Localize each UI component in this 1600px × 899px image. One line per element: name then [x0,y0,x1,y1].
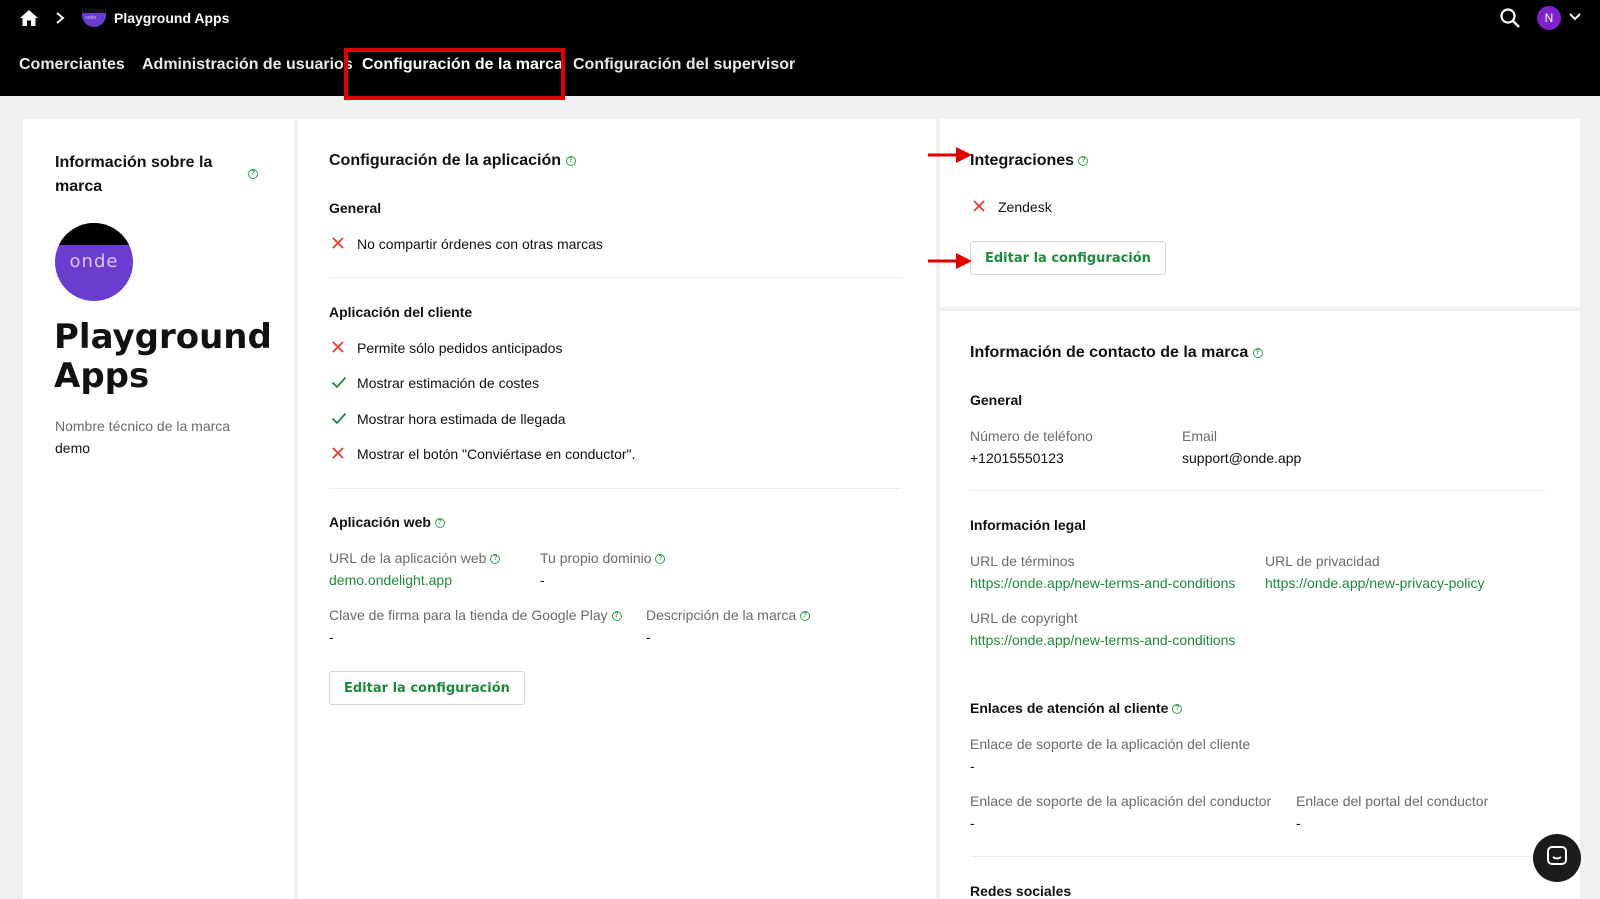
domain-label-text: Tu propio dominio [540,550,652,566]
tech-name-label: Nombre técnico de la marca [55,418,231,434]
help-icon[interactable]: ? [565,155,576,166]
web-url-label: URL de la aplicación web ? [329,550,501,566]
brand-desc-label: Descripción de la marca ? [646,607,811,623]
client-app-heading: Aplicación del cliente [329,304,473,320]
brand-name: Playground Apps [54,317,272,396]
check-icon [331,411,347,427]
web-app-heading-text: Aplicación web [329,514,431,530]
client-support-value: - [970,758,975,774]
social-heading: Redes sociales [970,883,1072,899]
list-item: Permite sólo pedidos anticipados [357,340,563,356]
client-support-label: Enlace de soporte de la aplicación del c… [970,736,1251,752]
cross-icon [331,236,347,252]
driver-portal-value: - [1296,815,1301,831]
tech-name-value: demo [55,440,91,456]
help-icon[interactable]: ? [434,518,445,529]
search-icon[interactable] [1499,7,1521,29]
active-tab-highlight [344,48,565,100]
brand-logo: onde [55,223,133,301]
privacy-link[interactable]: https://onde.app/new-privacy-policy [1265,575,1484,591]
integrations-panel: Integraciones ? Zendesk Editar la config… [940,119,1580,307]
copyright-link[interactable]: https://onde.app/new-terms-and-condition… [970,632,1235,648]
chat-icon [1545,844,1569,873]
google-key-label-text: Clave de firma para la tienda de Google … [329,607,608,623]
annotation-arrow-icon [928,145,972,165]
app-config-panel: Configuración de la aplicación ? General… [298,119,936,899]
driver-support-label: Enlace de soporte de la aplicación del c… [970,793,1272,809]
cross-icon [972,199,988,215]
app-config-title-text: Configuración de la aplicación [329,152,562,169]
help-icon[interactable]: ? [611,611,622,622]
terms-label: URL de términos [970,553,1075,569]
support-heading-text: Enlaces de atención al cliente [970,700,1169,716]
phone-value: +12015550123 [970,450,1064,466]
cross-icon [331,340,347,356]
contact-title: Información de contacto de la marca ? [970,344,1263,362]
home-icon[interactable] [18,7,40,29]
list-item: No compartir órdenes con otras marcas [357,236,603,252]
chat-launcher-button[interactable] [1533,834,1581,882]
help-icon[interactable]: ? [655,554,666,565]
brand-logo-small: onde [82,9,106,27]
chevron-down-icon[interactable] [1568,10,1582,24]
help-icon[interactable]: ? [800,611,811,622]
web-url-label-text: URL de la aplicación web [329,550,487,566]
help-icon[interactable]: ? [1252,347,1263,358]
domain-value: - [540,572,545,588]
list-item: Mostrar hora estimada de llegada [357,411,566,427]
tab-supervisor-config[interactable]: Configuración del supervisor [573,56,795,74]
domain-label: Tu propio dominio ? [540,550,666,566]
integrations-title-text: Integraciones [970,152,1075,169]
edit-app-config-button[interactable]: Editar la configuración [329,671,525,705]
legal-heading: Información legal [970,517,1086,533]
contact-general-heading: General [970,392,1023,408]
help-icon[interactable]: ? [1172,704,1183,715]
avatar[interactable]: N [1537,6,1561,30]
phone-label: Número de teléfono [970,428,1093,444]
annotation-arrow-icon [928,251,972,271]
brand-info-panel: Información sobre la marca ? onde Playgr… [23,119,294,899]
list-item: Mostrar estimación de costes [357,375,540,391]
chevron-right-icon [50,11,70,25]
brand-logo-text: onde [69,251,119,272]
contact-title-text: Información de contacto de la marca [970,344,1249,361]
copyright-label: URL de copyright [970,610,1078,626]
check-icon [331,375,347,391]
breadcrumb: onde Playground Apps [18,6,229,30]
brand-desc-label-text: Descripción de la marca [646,607,797,623]
cross-icon [331,446,347,462]
tab-user-admin[interactable]: Administración de usuarios [142,56,353,74]
edit-integrations-button[interactable]: Editar la configuración [970,241,1166,275]
email-value: support@onde.app [1182,450,1302,466]
email-label: Email [1182,428,1218,444]
web-app-heading: Aplicación web ? [329,514,445,530]
web-url-link[interactable]: demo.ondelight.app [329,572,452,588]
support-heading: Enlaces de atención al cliente ? [970,700,1183,716]
help-icon[interactable]: ? [248,169,258,179]
integration-zendesk: Zendesk [998,199,1052,215]
tab-comerciantes[interactable]: Comerciantes [19,56,125,74]
top-bar: onde Playground Apps N Comerciantes Admi… [0,0,1600,100]
brand-desc-value: - [646,629,651,645]
google-key-label: Clave de firma para la tienda de Google … [329,607,622,623]
terms-link[interactable]: https://onde.app/new-terms-and-condition… [970,575,1235,591]
integrations-title: Integraciones ? [970,152,1089,170]
driver-portal-label: Enlace del portal del conductor [1296,793,1489,809]
app-config-title: Configuración de la aplicación ? [329,152,576,170]
help-icon[interactable]: ? [1078,155,1089,166]
general-heading: General [329,200,382,216]
list-item: Mostrar el botón "Conviértase en conduct… [357,446,636,462]
breadcrumb-app[interactable]: Playground Apps [114,10,229,26]
brand-logo-small-text: onde [85,15,97,21]
brand-info-title: Información sobre la marca [55,154,213,195]
driver-support-value: - [970,815,975,831]
google-key-value: - [329,629,334,645]
privacy-label: URL de privacidad [1265,553,1380,569]
contact-panel: Información de contacto de la marca ? Ge… [940,311,1580,899]
help-icon[interactable]: ? [490,554,501,565]
